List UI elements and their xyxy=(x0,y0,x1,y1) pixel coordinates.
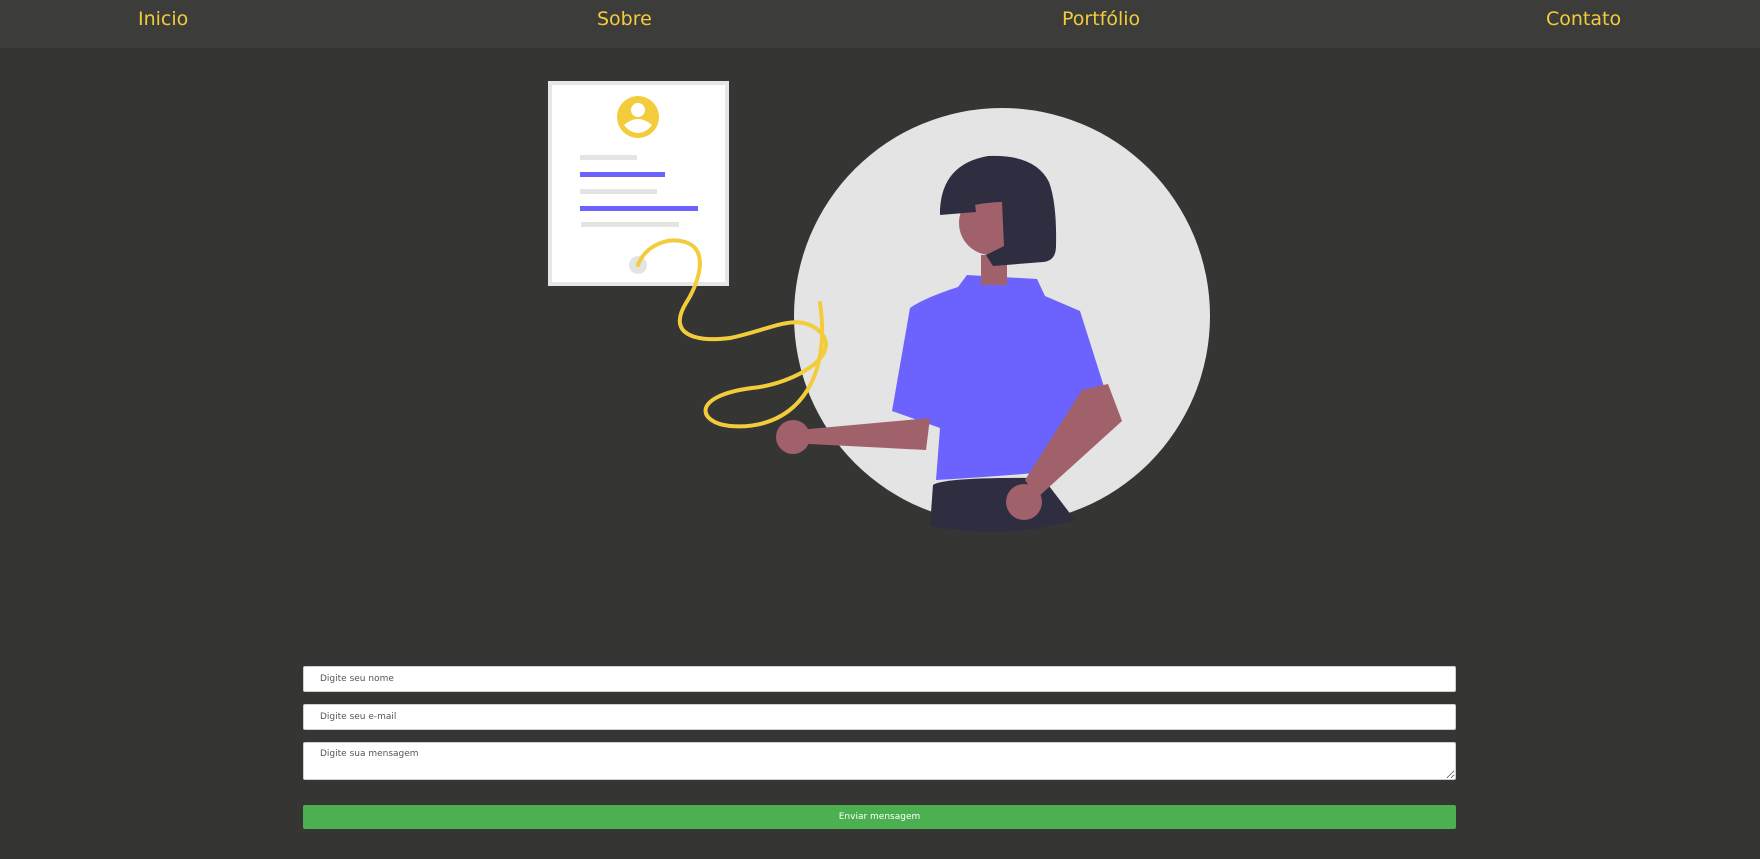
person-with-profile-card-illustration xyxy=(548,81,1210,532)
nav-link-sobre[interactable]: Sobre xyxy=(597,8,652,30)
nav-link-portfolio[interactable]: Portfólio xyxy=(1062,8,1140,30)
nav-link-inicio[interactable]: Inicio xyxy=(138,8,188,30)
profile-card xyxy=(548,81,729,286)
name-input[interactable] xyxy=(303,666,1456,692)
email-input[interactable] xyxy=(303,704,1456,730)
top-navigation: Inicio Sobre Portfólio Contato xyxy=(0,0,1760,48)
hero-illustration xyxy=(540,78,1220,538)
send-message-button[interactable]: Enviar mensagem xyxy=(303,805,1456,829)
user-avatar-icon xyxy=(617,96,659,138)
message-textarea[interactable] xyxy=(303,742,1456,780)
nav-link-contato[interactable]: Contato xyxy=(1546,8,1621,30)
